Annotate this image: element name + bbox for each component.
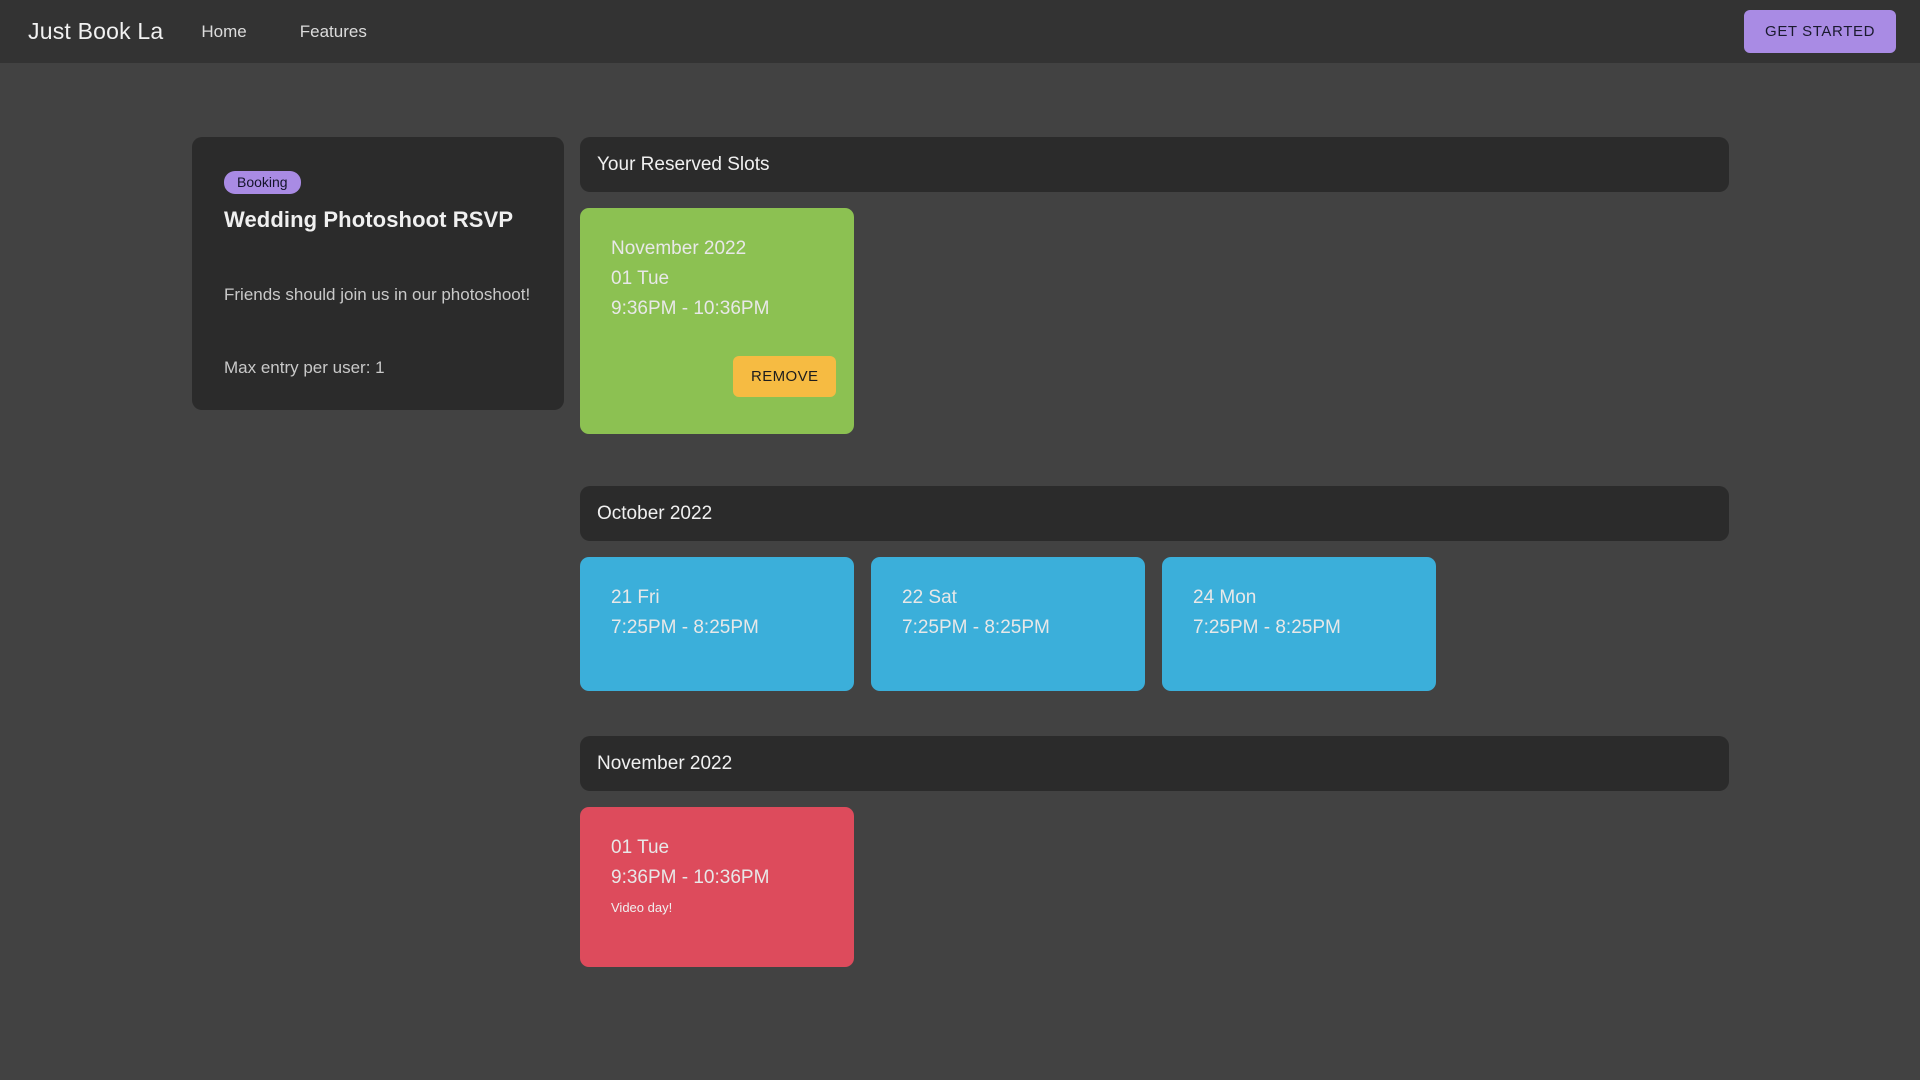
- slot-day: 01 Tue: [611, 837, 670, 858]
- remove-button[interactable]: REMOVE: [733, 356, 837, 397]
- slot-day: 01 Tue: [611, 267, 670, 289]
- page-body: Booking Wedding Photoshoot RSVP Friends …: [0, 63, 1920, 1080]
- november-slot-row: 01 Tue 9:36PM - 10:36PM Video day!: [580, 807, 1729, 967]
- cta-container: GET STARTED: [1744, 10, 1896, 53]
- get-started-button[interactable]: GET STARTED: [1744, 10, 1896, 53]
- section-header-october: October 2022: [580, 486, 1729, 541]
- slot-day: 24 Mon: [1193, 587, 1257, 608]
- max-entry-text: Max entry per user: 1: [224, 358, 385, 378]
- section-header-november: November 2022: [580, 736, 1729, 791]
- slot-note: Video day!: [611, 899, 673, 915]
- october-slot-row: 21 Fri 7:25PM - 8:25PM 22 Sat 7:25PM - 8…: [580, 557, 1729, 691]
- slots-column: Your Reserved Slots November 2022 01 Tue…: [580, 137, 1729, 967]
- slot-time: 7:25PM - 8:25PM: [902, 616, 1050, 638]
- reserved-slot-card[interactable]: November 2022 01 Tue 9:36PM - 10:36PM RE…: [580, 208, 854, 434]
- nav-link-features[interactable]: Features: [300, 22, 367, 42]
- section-spacer-2: [580, 691, 1729, 736]
- section-header-reserved: Your Reserved Slots: [580, 137, 1729, 192]
- status-badge: Booking: [224, 171, 301, 195]
- slot-month: November 2022: [611, 238, 747, 259]
- available-slot-card[interactable]: 24 Mon 7:25PM - 8:25PM: [1162, 557, 1436, 691]
- slot-time: 7:25PM - 8:25PM: [1193, 616, 1341, 638]
- available-slot-card[interactable]: 22 Sat 7:25PM - 8:25PM: [871, 557, 1145, 691]
- primary-nav: Home Features: [201, 22, 366, 42]
- top-navbar: Just Book La Home Features GET STARTED: [0, 0, 1920, 63]
- slot-time: 9:36PM - 10:36PM: [611, 297, 770, 319]
- nav-link-home[interactable]: Home: [201, 22, 246, 42]
- reserved-slot-row: November 2022 01 Tue 9:36PM - 10:36PM RE…: [580, 208, 1729, 434]
- booked-slot-card[interactable]: 01 Tue 9:36PM - 10:36PM Video day!: [580, 807, 854, 967]
- available-slot-card[interactable]: 21 Fri 7:25PM - 8:25PM: [580, 557, 854, 691]
- slot-time: 9:36PM - 10:36PM: [611, 866, 770, 888]
- booking-description: Friends should join us in our photoshoot…: [224, 285, 531, 305]
- booking-info-card: Booking Wedding Photoshoot RSVP Friends …: [192, 137, 564, 410]
- brand-logo[interactable]: Just Book La: [28, 18, 163, 45]
- section-spacer-1: [580, 434, 1729, 486]
- slot-day: 22 Sat: [902, 587, 957, 608]
- page-title: Wedding Photoshoot RSVP: [224, 207, 514, 233]
- slot-day: 21 Fri: [611, 587, 660, 608]
- slot-time: 7:25PM - 8:25PM: [611, 616, 759, 638]
